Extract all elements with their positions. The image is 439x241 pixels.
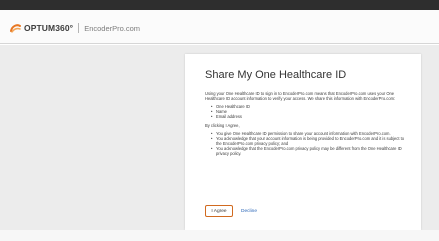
- page-background: Share My One Healthcare ID Using your On…: [0, 45, 439, 230]
- list-item: Email address: [211, 114, 410, 119]
- page-footer-strip: [0, 230, 439, 241]
- intro-text: Using your One Healthcare ID to sign in …: [205, 91, 396, 101]
- browser-top-bar: [0, 0, 439, 10]
- action-row: I Agree Decline: [205, 205, 257, 217]
- agree-button[interactable]: I Agree: [205, 205, 233, 217]
- consent-content: Using your One Healthcare ID to sign in …: [205, 91, 410, 160]
- consent-lead-text: By clicking I Agree,: [205, 123, 240, 128]
- shared-items-list: One Healthcare ID Name Email address: [211, 104, 410, 119]
- header-divider: [78, 23, 80, 33]
- list-item: You acknowledge that the EncoderPro.com …: [211, 146, 410, 156]
- consent-items-list: You give One Healthcare ID permission to…: [211, 131, 410, 156]
- brand-name: OPTUM360°: [24, 23, 74, 33]
- optum-logo[interactable]: OPTUM360° EncoderPro.com: [10, 22, 140, 34]
- optum-arc-icon: [10, 24, 21, 33]
- product-name: EncoderPro.com: [84, 23, 141, 33]
- decline-link[interactable]: Decline: [241, 209, 257, 214]
- page-title: Share My One Healthcare ID: [205, 69, 347, 81]
- site-header: OPTUM360° EncoderPro.com: [0, 10, 439, 44]
- list-item: You acknowledge that your account inform…: [211, 136, 410, 146]
- consent-card: Share My One Healthcare ID Using your On…: [185, 54, 421, 230]
